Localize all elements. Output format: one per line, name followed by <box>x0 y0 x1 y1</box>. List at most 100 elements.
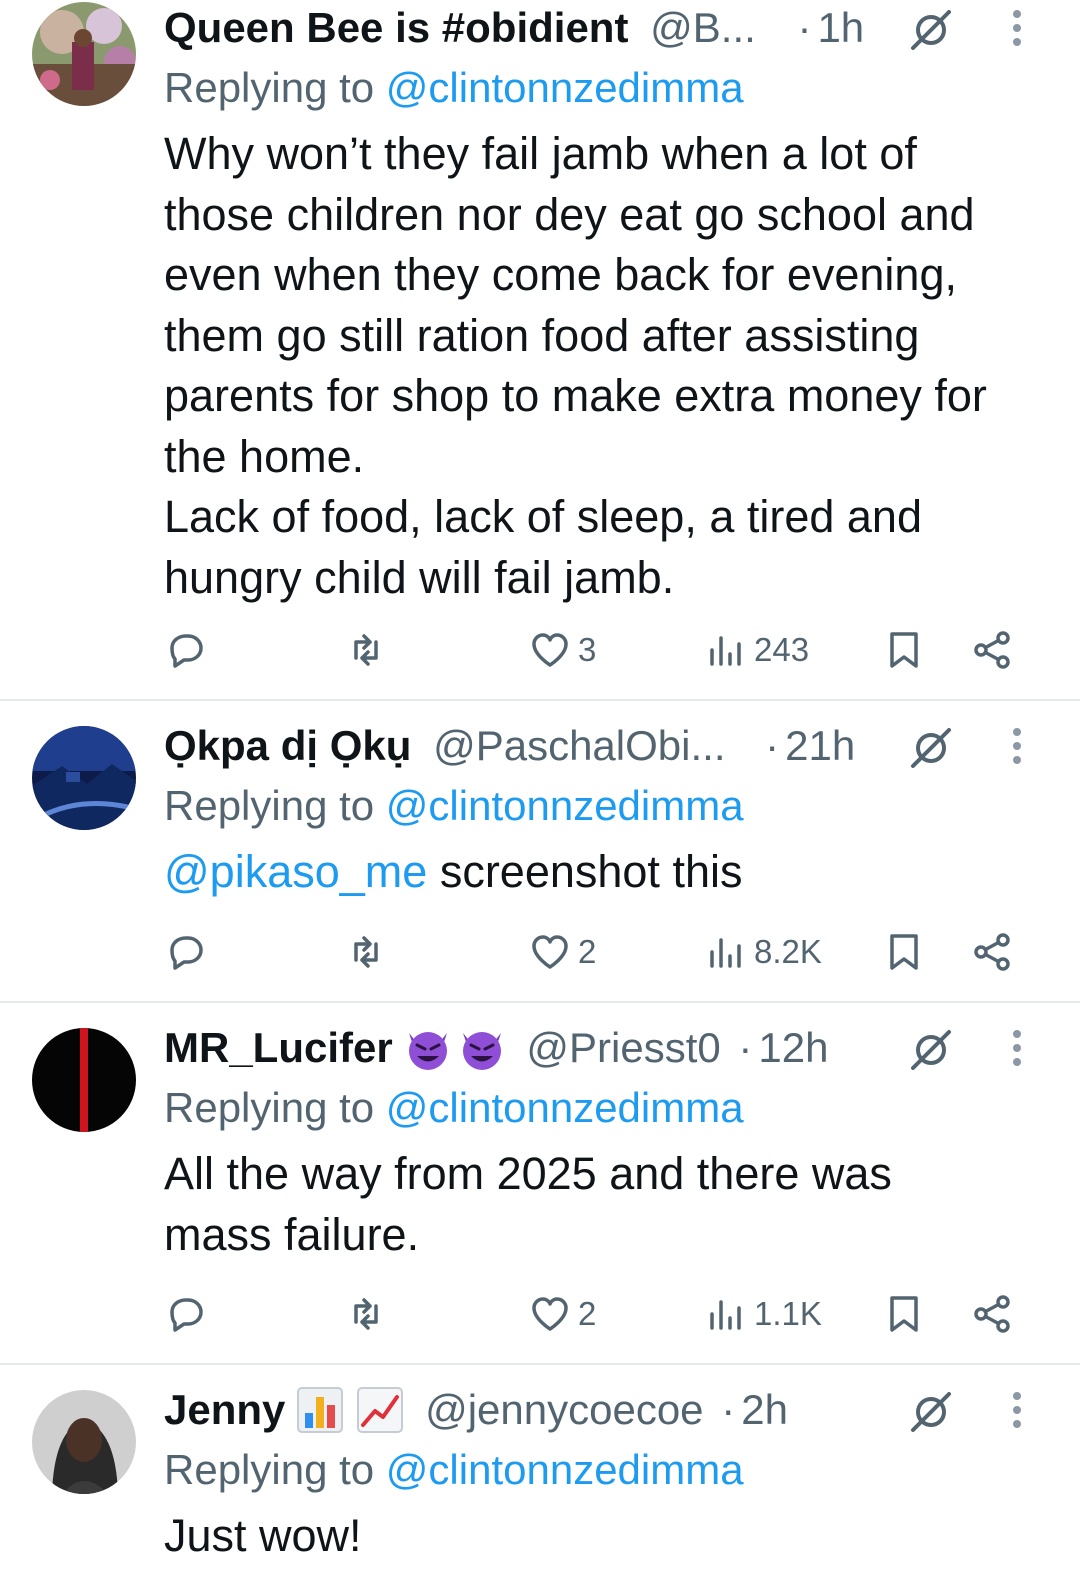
share-icon <box>974 631 1010 669</box>
separator-dot: · <box>721 1386 736 1433</box>
more-options-icon[interactable] <box>1007 724 1027 768</box>
reply-button[interactable] <box>164 924 208 980</box>
tweet[interactable]: MR_Lucifer @Priesst0 · 12h Replying to @… <box>0 1004 1080 1364</box>
replying-to-mention[interactable]: @clintonnzedimma <box>386 64 744 111</box>
avatar[interactable] <box>32 1390 136 1494</box>
replying-to-label: Replying to <box>164 1446 375 1493</box>
tweet[interactable]: Ọkpa dị Ọkụ @PaschalObi... · 21h Replying… <box>0 702 1080 1002</box>
display-name[interactable]: Ọkpa dị Ọkụ <box>164 718 411 774</box>
bookmark-icon <box>890 934 918 970</box>
views-button[interactable]: 8.2K <box>704 924 822 980</box>
repost-button[interactable] <box>344 1286 388 1342</box>
avatar[interactable] <box>32 726 136 830</box>
tweet-text-line: Lack of food, lack of sleep, a tired and <box>164 491 922 542</box>
tweet-text: Just wow! <box>164 1506 1024 1567</box>
reply-button[interactable] <box>164 622 208 678</box>
share-icon <box>974 933 1010 971</box>
replying-to: Replying to @clintonnzedimma <box>164 1080 1024 1136</box>
share-button[interactable] <box>970 924 1014 980</box>
like-button[interactable]: 3 <box>528 622 596 678</box>
like-count: 2 <box>578 933 597 970</box>
divider <box>0 699 1080 701</box>
repost-button[interactable] <box>344 622 388 678</box>
replying-to-mention[interactable]: @clintonnzedimma <box>386 1446 744 1493</box>
more-options-icon[interactable] <box>1007 1026 1027 1070</box>
repost-button[interactable] <box>344 924 388 980</box>
like-button[interactable]: 2 <box>528 924 596 980</box>
grok-icon[interactable] <box>909 8 953 52</box>
views-chart-icon <box>710 636 741 666</box>
timestamp[interactable]: 21h <box>785 718 855 774</box>
views-button[interactable]: 1.1K <box>704 1286 822 1342</box>
replies-feed: Queen Bee is #obidient @B... · 1h Replyin… <box>0 0 1080 1583</box>
bookmark-icon <box>890 632 918 668</box>
tweet-text-line: parents for shop to make extra money for <box>164 370 987 421</box>
timestamp[interactable]: 2h <box>741 1382 788 1438</box>
share-button[interactable] <box>970 622 1014 678</box>
reply-icon <box>170 936 203 970</box>
tweet-text-line: even when they come back for evening, <box>164 249 957 300</box>
user-handle[interactable]: @jennycoecoe <box>425 1382 703 1438</box>
bookmark-button[interactable] <box>882 1286 926 1342</box>
tweet-text-line: those children nor dey eat go school and <box>164 188 975 240</box>
more-options-icon[interactable] <box>1007 6 1027 50</box>
view-count: 243 <box>754 631 810 668</box>
user-handle[interactable]: @PaschalObi... <box>433 718 725 774</box>
repost-icon <box>354 1298 378 1330</box>
like-button[interactable]: 2 <box>528 1286 596 1342</box>
replying-to: Replying to @clintonnzedimma <box>164 60 1024 116</box>
separator-dot: · <box>738 1024 753 1071</box>
tweet[interactable]: Jenny @jennycoecoe · 2h Replying to @cli… <box>0 1366 1080 1583</box>
reply-icon <box>170 634 203 668</box>
like-count: 2 <box>578 1295 597 1332</box>
user-handle[interactable]: @B... <box>650 0 756 56</box>
tweet-text-line: Just wow! <box>164 1510 362 1561</box>
views-chart-icon <box>710 938 741 968</box>
replying-to-label: Replying to <box>164 64 375 111</box>
more-options-icon[interactable] <box>1007 1388 1027 1432</box>
tweet[interactable]: Queen Bee is #obidient @B... · 1h Replyin… <box>0 0 1080 700</box>
heart-icon <box>532 935 568 969</box>
replying-to: Replying to @clintonnzedimma <box>164 1442 1024 1498</box>
grok-icon[interactable] <box>909 726 953 770</box>
tweet-text-line: screenshot this <box>427 846 743 897</box>
replying-to-mention[interactable]: @clintonnzedimma <box>386 782 744 829</box>
view-count: 8.2K <box>754 933 822 970</box>
view-count: 1.1K <box>754 1295 822 1332</box>
share-button[interactable] <box>970 1286 1014 1342</box>
heart-icon <box>532 633 568 667</box>
replying-to: Replying to @clintonnzedimma <box>164 778 1024 834</box>
bookmark-button[interactable] <box>882 924 926 980</box>
views-chart-icon <box>710 1300 741 1330</box>
avatar[interactable] <box>32 2 136 106</box>
replying-to-mention[interactable]: @clintonnzedimma <box>386 1084 744 1131</box>
action-bar: 2 8.2K <box>164 924 1024 980</box>
replying-to-label: Replying to <box>164 782 375 829</box>
grok-icon[interactable] <box>909 1028 953 1072</box>
tweet-text-line: Why won’t they fail jamb when a lot of <box>164 128 917 179</box>
timestamp[interactable]: 1h <box>817 0 864 56</box>
tweet-text-line: hungry child will fail jamb. <box>164 551 675 603</box>
smiling-face-with-horns-icon <box>462 1032 501 1070</box>
timestamp[interactable]: 12h <box>758 1020 828 1076</box>
display-name[interactable]: MR_Lucifer <box>164 1020 393 1076</box>
tweet-text: Why won’t they fail jamb when a lot of t… <box>164 124 1024 608</box>
tweet-text: All the way from 2025 and there was mass… <box>164 1144 1024 1265</box>
action-bar: 2 1.1K <box>164 1286 1024 1342</box>
heart-icon <box>532 1297 568 1331</box>
body-mention[interactable]: @pikaso_me <box>164 846 427 897</box>
views-button[interactable]: 243 <box>704 622 809 678</box>
display-name[interactable]: Jenny <box>164 1382 285 1438</box>
bookmark-icon <box>890 1296 918 1332</box>
user-handle[interactable]: @Priesst0 <box>526 1020 720 1076</box>
bar-chart-icon <box>297 1387 344 1433</box>
smiling-face-with-horns-icon <box>408 1032 447 1070</box>
reply-button[interactable] <box>164 1286 208 1342</box>
avatar[interactable] <box>32 1028 136 1132</box>
repost-icon <box>354 936 378 968</box>
divider <box>0 1001 1080 1003</box>
grok-icon[interactable] <box>909 1390 953 1434</box>
display-name[interactable]: Queen Bee is #obidient <box>164 0 628 56</box>
repost-icon <box>354 634 378 666</box>
bookmark-button[interactable] <box>882 622 926 678</box>
